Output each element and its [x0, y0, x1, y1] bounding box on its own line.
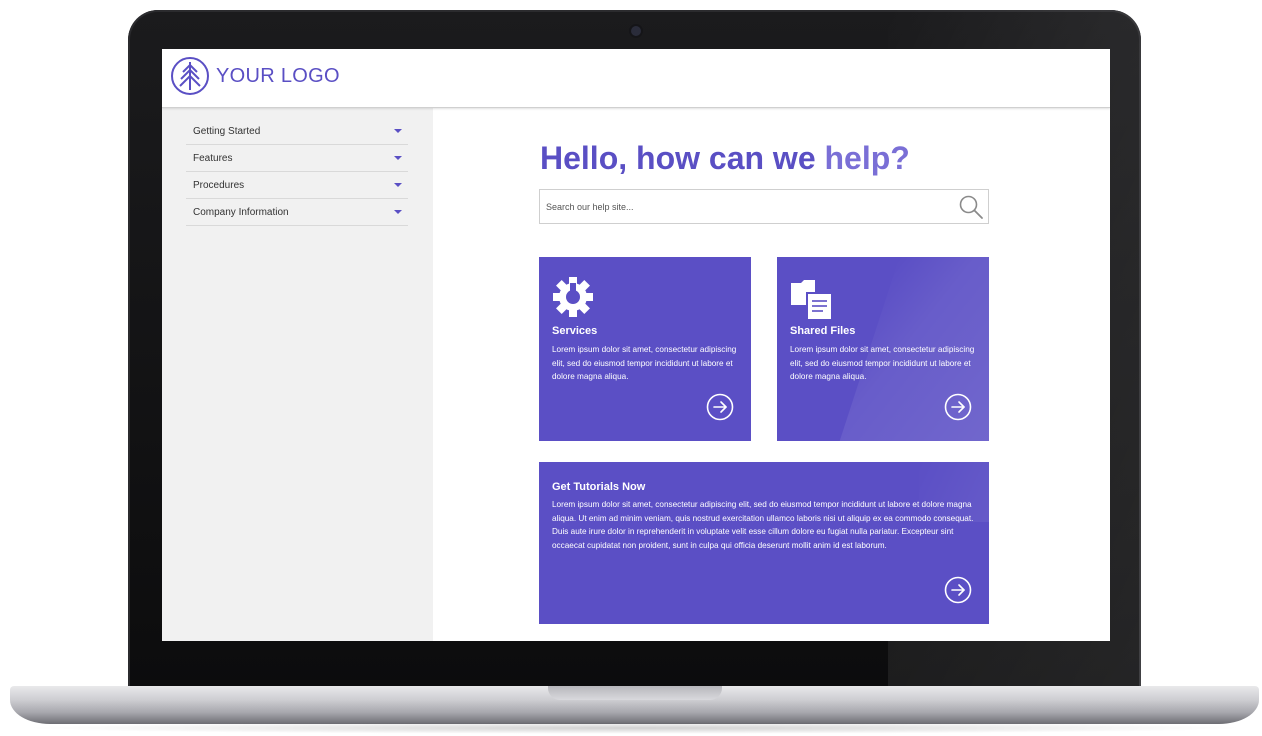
arrow-right-circle-icon[interactable] — [944, 393, 972, 421]
top-header: YOUR LOGO — [162, 49, 1110, 108]
laptop-lid: YOUR LOGO Getting Started Features Proce… — [128, 10, 1141, 690]
sidebar-item-company-information[interactable]: Company Information — [186, 199, 408, 226]
card-title: Services — [552, 325, 598, 337]
sidebar-nav: Getting Started Features Procedures Comp… — [186, 118, 408, 226]
page-title-main: Hello, how can we — [540, 140, 825, 176]
card-body: Lorem ipsum dolor sit amet, consectetur … — [552, 345, 737, 381]
sidebar-item-procedures[interactable]: Procedures — [186, 172, 408, 199]
arrow-right-circle-icon[interactable] — [944, 576, 972, 604]
sidebar-item-label: Procedures — [193, 179, 245, 191]
card-title: Shared Files — [790, 325, 856, 337]
laptop-base-notch — [548, 686, 722, 700]
search-icon[interactable] — [958, 194, 984, 220]
search-box — [539, 189, 989, 224]
sidebar-item-getting-started[interactable]: Getting Started — [186, 118, 408, 145]
chevron-down-icon — [394, 156, 402, 160]
card-title: Get Tutorials Now — [552, 481, 646, 493]
laptop-shadow — [20, 722, 1250, 734]
sidebar-item-label: Features — [193, 152, 233, 164]
sidebar-item-features[interactable]: Features — [186, 145, 408, 172]
card-body: Lorem ipsum dolor sit amet, consectetur … — [552, 500, 974, 550]
shared-files-card[interactable]: Shared Files Lorem ipsum dolor sit amet,… — [777, 257, 989, 441]
sidebar-item-label: Company Information — [193, 206, 289, 218]
arrow-right-circle-icon[interactable] — [706, 393, 734, 421]
webcam — [631, 26, 641, 36]
page-title-accent: help? — [824, 140, 910, 176]
services-card[interactable]: Services Lorem ipsum dolor sit amet, con… — [539, 257, 751, 441]
chevron-down-icon — [394, 210, 402, 214]
search-input[interactable] — [540, 190, 952, 223]
chevron-down-icon — [394, 183, 402, 187]
page-title: Hello, how can we help? — [540, 140, 910, 177]
main-content: Hello, how can we help? Search our help … — [433, 108, 1110, 641]
chevron-down-icon — [394, 129, 402, 133]
files-icon — [791, 280, 832, 319]
laptop-base — [10, 686, 1259, 724]
sidebar: Getting Started Features Procedures Comp… — [162, 108, 433, 641]
laptop-screen: YOUR LOGO Getting Started Features Proce… — [162, 49, 1110, 641]
sidebar-item-label: Getting Started — [193, 125, 261, 137]
logo-text: YOUR LOGO — [216, 64, 340, 87]
logo[interactable]: YOUR LOGO — [170, 56, 340, 96]
tree-in-circle-icon — [171, 57, 209, 95]
gear-icon — [553, 277, 593, 317]
card-body: Lorem ipsum dolor sit amet, consectetur … — [790, 345, 975, 381]
tutorials-card[interactable]: Get Tutorials Now Lorem ipsum dolor sit … — [539, 462, 989, 624]
